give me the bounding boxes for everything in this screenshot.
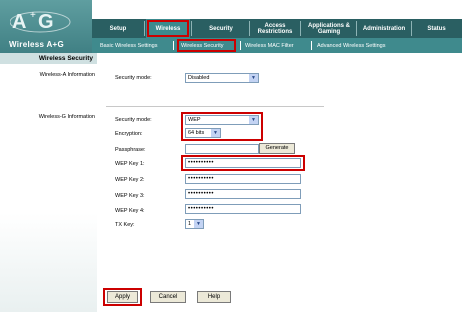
wep-key-3-input[interactable]: •••••••••• bbox=[185, 189, 301, 199]
brand-logo-text: Wireless A+G bbox=[9, 40, 65, 49]
section-title: Wireless Security bbox=[0, 53, 97, 64]
wep-key-1-label: WEP Key 1: bbox=[115, 161, 145, 167]
help-button[interactable]: Help bbox=[197, 291, 231, 303]
nav-divider bbox=[144, 21, 145, 36]
encryption-label: Encryption: bbox=[115, 131, 143, 137]
wireless-a-security-mode-label: Security mode: bbox=[115, 75, 152, 81]
wireless-g-security-mode-label: Security mode: bbox=[115, 117, 152, 123]
tx-key-select[interactable]: 1 ▼ bbox=[185, 219, 204, 229]
subnav-divider bbox=[240, 41, 241, 50]
wep-key-4-input[interactable]: •••••••••• bbox=[185, 204, 301, 214]
wep-key-2-label: WEP Key 2: bbox=[115, 177, 145, 183]
wireless-a-security-mode-select[interactable]: Disabled ▼ bbox=[185, 73, 259, 83]
tab-setup[interactable]: Setup bbox=[92, 19, 144, 38]
tab-status[interactable]: Status bbox=[413, 19, 460, 38]
chevron-down-icon: ▼ bbox=[194, 220, 203, 228]
wep-key-3-label: WEP Key 3: bbox=[115, 193, 145, 199]
brand-logo-area: A + G Wireless A+G bbox=[0, 0, 92, 55]
wep-key-2-input[interactable]: •••••••••• bbox=[185, 174, 301, 184]
wireless-g-info-label: Wireless-G Information bbox=[38, 114, 95, 120]
router-config-page: A + G Wireless A+G Setup Wireless Securi… bbox=[0, 0, 462, 312]
subnav-basic-wireless-settings[interactable]: Basic Wireless Settings bbox=[100, 38, 157, 53]
tab-applications-gaming[interactable]: Applications & Gaming bbox=[302, 19, 356, 38]
tx-key-label: TX Key: bbox=[115, 222, 135, 228]
left-column bbox=[0, 64, 97, 312]
wep-key-1-highlight bbox=[181, 155, 305, 171]
subnav-divider bbox=[173, 41, 174, 50]
wireless-a-info-label: Wireless-A Information bbox=[39, 72, 95, 78]
passphrase-label: Passphrase: bbox=[115, 147, 146, 153]
tx-key-value: 1 bbox=[188, 221, 192, 227]
encryption-select[interactable]: 64 bits ▼ bbox=[185, 128, 221, 138]
logo-mark-g: G bbox=[38, 11, 54, 33]
subnav-divider bbox=[311, 41, 312, 50]
wep-key-4-label: WEP Key 4: bbox=[115, 208, 145, 214]
tab-wireless-highlight bbox=[147, 20, 189, 37]
subnav-advanced-wireless-settings[interactable]: Advanced Wireless Settings bbox=[317, 38, 385, 53]
nav-divider bbox=[249, 21, 250, 36]
nav-divider bbox=[356, 21, 357, 36]
subnav-wireless-mac-filter[interactable]: Wireless MAC Filter bbox=[245, 38, 294, 53]
passphrase-input[interactable] bbox=[185, 144, 259, 154]
tab-access-restrictions[interactable]: Access Restrictions bbox=[251, 19, 299, 38]
tab-administration[interactable]: Administration bbox=[358, 19, 410, 38]
chevron-down-icon: ▼ bbox=[211, 129, 220, 137]
generate-button[interactable]: Generate bbox=[259, 143, 295, 154]
nav-divider bbox=[300, 21, 301, 36]
header-top-strip bbox=[92, 0, 462, 19]
svg-text:+: + bbox=[30, 10, 36, 21]
logo-mark-a: A bbox=[12, 11, 26, 33]
tab-security[interactable]: Security bbox=[193, 19, 249, 38]
chevron-down-icon: ▼ bbox=[249, 74, 258, 82]
nav-divider bbox=[191, 21, 192, 36]
cancel-button[interactable]: Cancel bbox=[150, 291, 186, 303]
encryption-value: 64 bits bbox=[188, 130, 205, 136]
wireless-a-security-mode-value: Disabled bbox=[188, 75, 210, 81]
nav-divider bbox=[411, 21, 412, 36]
subnav-wireless-security-highlight bbox=[177, 39, 236, 52]
brand-logo-icon: A + G bbox=[10, 10, 71, 33]
apply-highlight bbox=[103, 288, 142, 306]
section-divider bbox=[106, 106, 324, 107]
